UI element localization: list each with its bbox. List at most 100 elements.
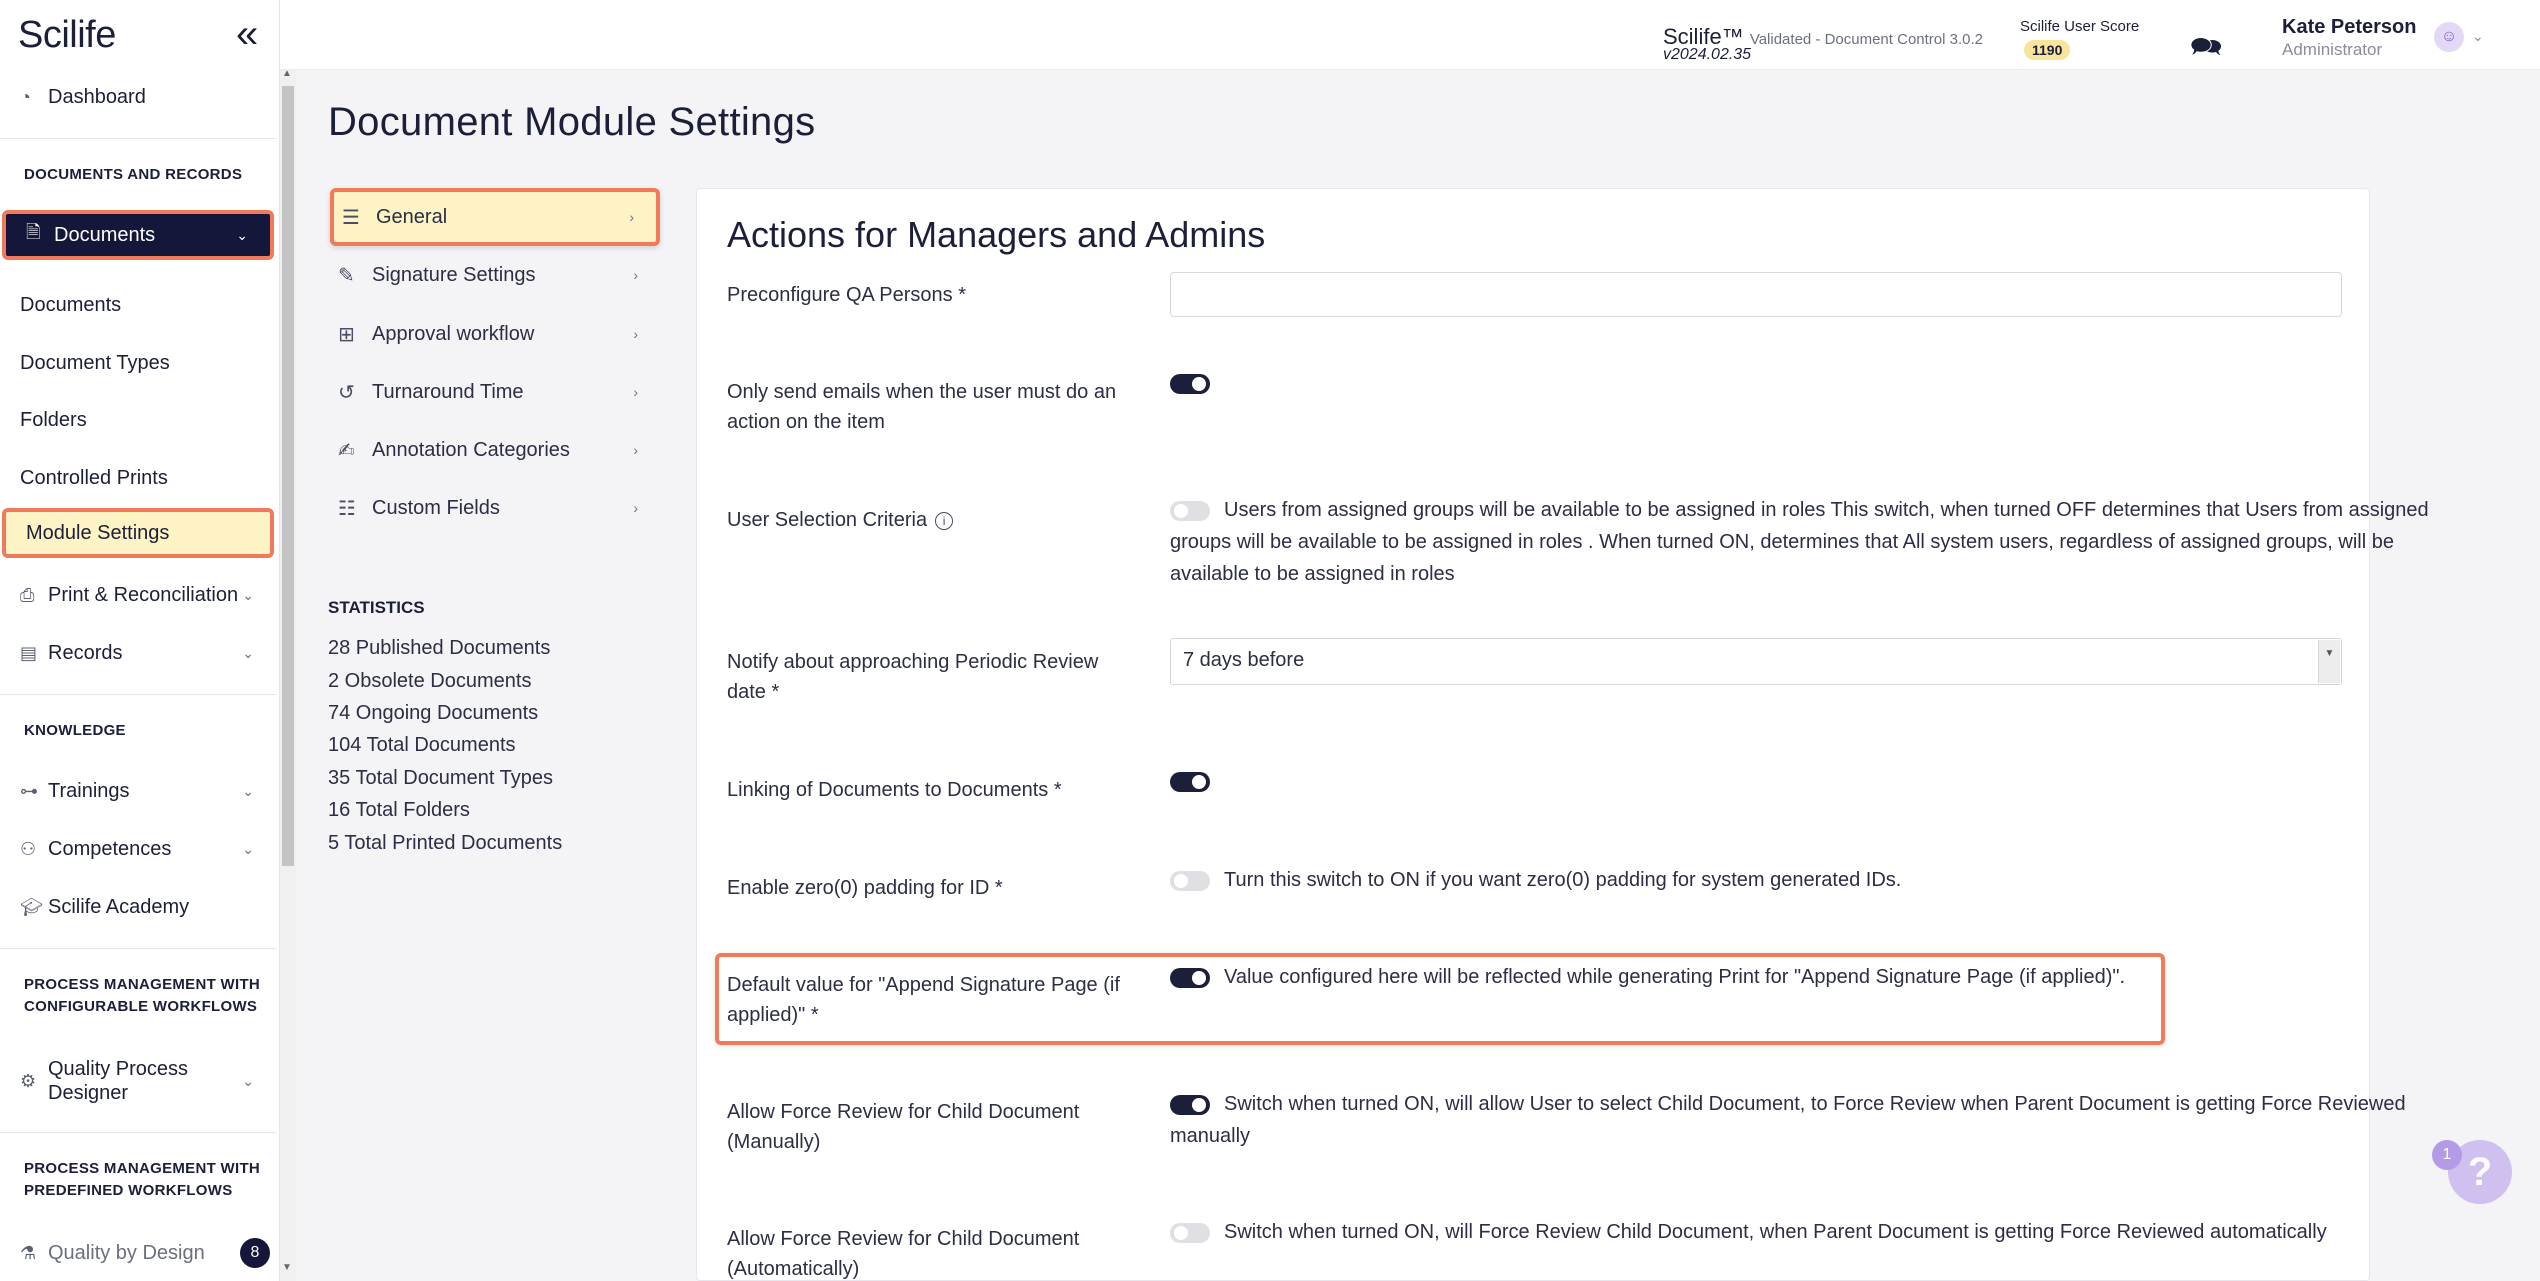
sidebar-item-controlled-prints[interactable]: Controlled Prints <box>0 453 276 503</box>
list-icon: ☷ <box>338 497 356 520</box>
divider <box>0 138 276 139</box>
scroll-down-arrow-icon[interactable]: ▼ <box>282 1262 292 1273</box>
label-line: date * <box>727 681 780 703</box>
chat-icon[interactable]: 🗪︎ <box>2190 28 2222 72</box>
linking-toggle[interactable] <box>1170 772 1210 792</box>
settings-menu-signature[interactable]: ✎ Signature Settings › <box>330 246 660 304</box>
sidebar-item-label: Folders <box>20 408 87 431</box>
user-score-badge[interactable]: 1190 <box>2024 40 2071 60</box>
settings-menu-turnaround[interactable]: ↺ Turnaround Time › <box>330 363 660 421</box>
label-line: (Automatically) <box>727 1258 860 1280</box>
sidebar-item-documents[interactable]: Documents <box>0 280 276 330</box>
sidebar-item-label: Module Settings <box>26 521 170 544</box>
product-subtitle: Validated - Document Control 3.0.2 <box>1749 31 1983 48</box>
force-review-manual-description: Switch when turned ON, will allow User t… <box>1170 1093 2406 1147</box>
notify-select[interactable]: 7 days before <box>1170 638 2342 685</box>
history-icon: ↺ <box>338 381 355 404</box>
quality-design-icon: ⚗ <box>20 1242 37 1263</box>
avatar[interactable]: ☺ <box>2434 22 2464 52</box>
stat-total-documents: 104 Total Documents <box>328 734 516 756</box>
stat-document-types: 35 Total Document Types <box>328 767 553 789</box>
zero-padding-description: Turn this switch to ON if you want zero(… <box>1224 869 1902 891</box>
sidebar-item-label: Scilife Academy <box>48 895 190 918</box>
sidebar-item-academy[interactable]: 🎓︎ Scilife Academy <box>0 882 276 932</box>
label-line: Notify about approaching Periodic Review <box>727 651 1099 673</box>
edit-box-icon: ✍ <box>338 439 355 462</box>
stat-ongoing: 74 Ongoing Documents <box>328 702 539 724</box>
app-logo[interactable]: Scilife <box>18 14 116 57</box>
graduation-cap-icon: 🎓︎ <box>20 896 43 917</box>
sidebar-item-print-reconciliation[interactable]: ⎙ Print & Reconciliation ⌄ <box>0 570 276 620</box>
sidebar-item-document-types[interactable]: Document Types <box>0 338 276 388</box>
label-line: (Manually) <box>727 1131 821 1153</box>
sidebar-item-records[interactable]: ▤ Records ⌄ <box>0 628 276 678</box>
sidebar-item-label: Records <box>48 641 123 664</box>
chevron-right-icon: › <box>629 209 634 225</box>
sidebar-item-label: Quality Process Designer <box>48 1057 188 1105</box>
append-signature-label: Default value for "Append Signature Page… <box>727 970 1157 1030</box>
label-line: Allow Force Review for Child Document <box>727 1101 1080 1123</box>
gauge-icon: ◔ <box>20 86 31 107</box>
qa-persons-input[interactable] <box>1170 272 2342 317</box>
hierarchy-icon: ⊞ <box>338 323 355 346</box>
sidebar-item-trainings[interactable]: ⊶ Trainings ⌄ <box>0 766 276 816</box>
sidebar-item-label: Documents <box>54 223 156 246</box>
label-line: Designer <box>48 1082 129 1104</box>
section-heading-line: PREDEFINED WORKFLOWS <box>24 1182 233 1199</box>
user-selection-toggle[interactable] <box>1170 500 1210 521</box>
user-selection-row: Users from assigned groups will be avail… <box>1170 494 2470 590</box>
zero-padding-label: Enable zero(0) padding for ID * <box>727 877 1003 899</box>
zero-padding-toggle[interactable] <box>1170 870 1210 891</box>
label-line: applied)" * <box>727 1004 819 1026</box>
chevron-down-icon: ⌄ <box>236 226 248 243</box>
chevron-down-icon[interactable]: ⌄ <box>2472 28 2484 45</box>
pen-icon: ✎ <box>338 264 355 287</box>
panel-title: Actions for Managers and Admins <box>727 214 1266 255</box>
label-line: Default value for "Append Signature Page… <box>727 974 1120 996</box>
competences-icon: ⚇ <box>20 838 37 859</box>
menu-item-label: Turnaround Time <box>372 380 524 403</box>
sidebar-item-quality-by-design[interactable]: ⚗ Quality by Design <box>0 1228 276 1278</box>
sidebar-scrollbar-thumb[interactable] <box>282 86 294 866</box>
settings-menu-approval[interactable]: ⊞ Approval workflow › <box>330 305 660 363</box>
page-title: Document Module Settings <box>328 100 816 144</box>
menu-item-label: Approval workflow <box>372 322 535 345</box>
settings-menu-general[interactable]: ☰ General › <box>330 188 660 246</box>
force-review-auto-row: Switch when turned ON, will Force Review… <box>1170 1216 2470 1248</box>
help-notification-count: 1 <box>2432 1140 2462 1170</box>
linking-label: Linking of Documents to Documents * <box>727 779 1062 801</box>
settings-menu-annotation[interactable]: ✍ Annotation Categories › <box>330 421 660 479</box>
double-chevron-left-icon[interactable]: « <box>236 14 258 54</box>
sidebar-item-documents-group[interactable]: 🗎 Documents ⌄ <box>2 210 274 260</box>
user-name[interactable]: Kate Peterson <box>2282 16 2417 39</box>
stat-printed: 5 Total Printed Documents <box>328 832 563 854</box>
records-icon: ▤ <box>20 642 38 663</box>
menu-item-label: Annotation Categories <box>372 438 570 461</box>
dumbbell-icon: ⊶ <box>20 780 38 801</box>
divider <box>0 1132 276 1133</box>
append-signature-description: Value configured here will be reflected … <box>1224 966 2126 988</box>
force-review-auto-toggle[interactable] <box>1170 1222 1210 1243</box>
append-signature-toggle[interactable] <box>1170 967 1210 988</box>
emails-toggle[interactable] <box>1170 374 1210 394</box>
sidebar-item-label: Quality by Design <box>48 1241 205 1264</box>
notification-badge[interactable]: 8 <box>240 1238 270 1268</box>
sidebar: Scilife « ◔ Dashboard DOCUMENTS AND RECO… <box>0 0 280 1281</box>
sidebar-item-dashboard[interactable]: ◔ Dashboard <box>0 72 276 122</box>
sidebar-item-folders[interactable]: Folders <box>0 395 276 445</box>
dropdown-arrow-icon[interactable]: ▼ <box>2318 640 2340 683</box>
info-icon[interactable]: i <box>935 511 954 530</box>
statistics-title: STATISTICS <box>328 598 425 617</box>
sidebar-item-module-settings[interactable]: Module Settings <box>2 508 274 558</box>
sidebar-item-label: Dashboard <box>48 85 146 108</box>
settings-menu-custom-fields[interactable]: ☷ Custom Fields › <box>330 479 660 537</box>
section-heading-line: PROCESS MANAGEMENT WITH <box>24 1160 261 1177</box>
sidebar-item-quality-process-designer[interactable]: ⚙ Quality Process Designer ⌄ <box>0 1054 276 1108</box>
force-review-manual-toggle[interactable] <box>1170 1094 1210 1115</box>
section-heading-predefined: PROCESS MANAGEMENT WITH PREDEFINED WORKF… <box>24 1158 260 1202</box>
sidebar-item-competences[interactable]: ⚇ Competences ⌄ <box>0 824 276 874</box>
workflow-icon: ⚙ <box>20 1070 37 1091</box>
append-signature-row: Value configured here will be reflected … <box>1170 961 2470 993</box>
label-line: Only send emails when the user must do a… <box>727 381 1117 403</box>
chevron-right-icon: › <box>633 500 638 516</box>
